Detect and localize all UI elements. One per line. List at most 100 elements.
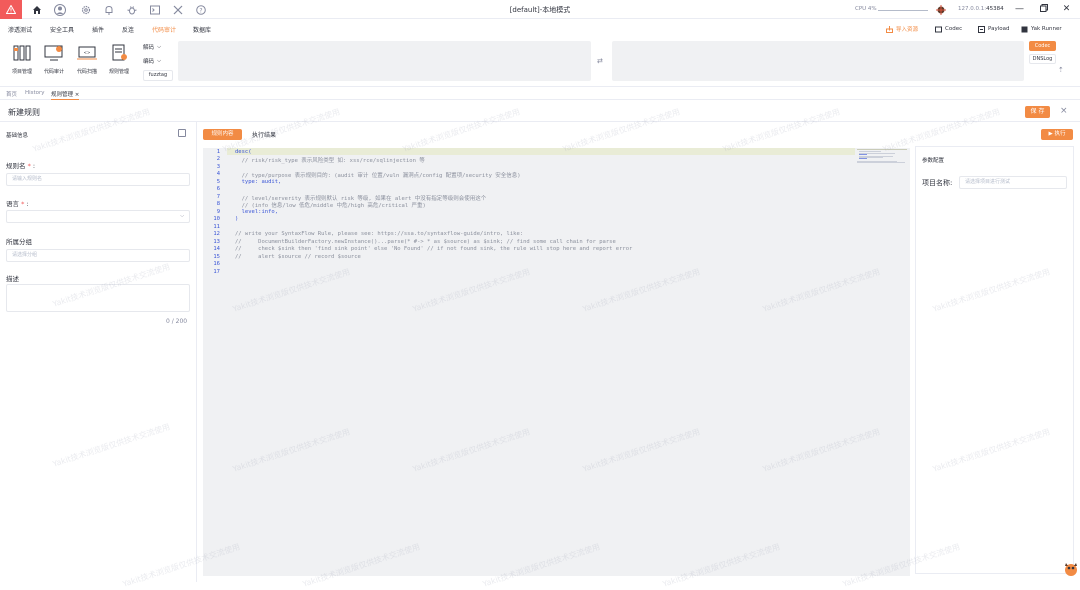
line-number: 7 <box>216 193 220 200</box>
menu-pentest[interactable]: 渗透测试 <box>8 25 32 34</box>
swap-icon[interactable]: ⇄ <box>597 57 603 65</box>
line-number: 16 <box>213 261 220 267</box>
dnslog-button[interactable]: DNSLog <box>1029 54 1056 64</box>
close-tab-icon[interactable]: × <box>75 92 80 98</box>
engine-connection-icon[interactable] <box>934 3 947 16</box>
play-icon: ▶ <box>1048 131 1053 137</box>
group-select[interactable]: 请选择分组 <box>6 249 190 262</box>
menu-database[interactable]: 数据库 <box>193 25 211 34</box>
project-select[interactable]: 请选择项目进行测试 <box>959 176 1067 189</box>
settings-gear-icon[interactable] <box>79 3 92 16</box>
encode-label: 编码 <box>143 59 155 65</box>
line-number: 2 <box>216 156 220 162</box>
description-textarea[interactable] <box>6 284 190 312</box>
import-icon <box>886 25 893 33</box>
page-tabs: 首页 History 规则管理 × <box>0 88 1080 100</box>
description-char-count: 0 / 200 <box>166 318 188 325</box>
notification-bell-icon[interactable] <box>102 3 115 16</box>
code-line: // check $sink then 'find sink point' el… <box>235 246 633 252</box>
code-line: // write your SyntaxFlow Rule, please se… <box>235 231 524 237</box>
language-label: 语言 * : <box>6 200 29 208</box>
line-number: 17 <box>213 268 220 275</box>
tab-rule-content[interactable]: 规则内容 <box>203 129 242 140</box>
line-number: 8 <box>216 201 220 207</box>
code-scan-icon: <> <box>77 46 97 60</box>
code-line: // alert $source // record $source <box>235 253 361 260</box>
codec-input-area[interactable] <box>178 41 591 81</box>
rule-name-text: 规则名 <box>6 162 26 170</box>
line-number: 10 <box>213 216 220 222</box>
codec-button[interactable]: Codec <box>1029 41 1056 51</box>
import-resource-button[interactable]: 导入资源 <box>886 23 918 35</box>
line-number: 4 <box>216 171 220 177</box>
svg-text:<>: <> <box>84 50 91 55</box>
basic-info-panel: 基础信息 规则名 * : 请输入规则名 语言 * : ⌵ 所属分组 请选择分组 … <box>0 122 197 582</box>
code-audit-label: 代码审计 <box>43 69 64 75</box>
required-mark: * <box>27 162 31 170</box>
menu-reverse[interactable]: 反连 <box>122 25 134 34</box>
maximize-button[interactable] <box>1038 4 1049 15</box>
payload-icon <box>978 25 985 33</box>
editor-minimap[interactable] <box>857 149 907 163</box>
code-editor[interactable]: 1 2 3 4 5 6 7 8 9 10 11 12 13 14 15 16 17 desc( // risk/… <box>203 148 910 576</box>
code-audit-tool[interactable]: 代码审计 <box>40 44 68 75</box>
code-line: ) <box>235 216 239 222</box>
description-label: 描述 <box>6 275 19 283</box>
line-number: 13 <box>213 238 220 245</box>
project-manage-tool[interactable]: 项目管理 <box>8 44 36 75</box>
cpu-usage-graph <box>878 10 928 11</box>
rule-manage-tool[interactable]: 规则管理 <box>105 44 133 75</box>
yakit-logo-icon[interactable] <box>0 0 22 19</box>
yak-runner-button[interactable]: Yak Runner <box>1021 23 1062 35</box>
yakit-mascot-icon[interactable] <box>1063 557 1079 577</box>
menu-plugins[interactable]: 插件 <box>92 25 104 34</box>
home-icon[interactable] <box>30 3 43 16</box>
user-avatar-icon[interactable] <box>53 3 66 16</box>
page-header: 新建规则 保 存 × <box>0 101 1080 122</box>
line-number: 5 <box>216 178 220 185</box>
language-text: 语言 <box>6 200 19 208</box>
minimize-button[interactable]: — <box>1014 4 1025 15</box>
tab-home[interactable]: 首页 <box>6 90 17 100</box>
cpu-usage-label: CPU 4% <box>855 6 877 12</box>
line-number-gutter: 1 2 3 4 5 6 7 8 9 10 11 12 13 14 15 16 17 <box>203 148 227 576</box>
terminal-icon[interactable] <box>148 3 161 16</box>
rule-manage-icon <box>112 44 127 61</box>
close-icon[interactable]: × <box>1060 106 1068 116</box>
line-number: 15 <box>213 253 220 260</box>
decode-select[interactable]: 解码 ⌵ <box>143 42 161 52</box>
line-number: 14 <box>213 246 220 252</box>
tab-run-result[interactable]: 执行结果 <box>252 130 276 139</box>
collapse-panel-icon[interactable] <box>178 129 186 137</box>
engine-ip: 127.0.0.1: <box>958 6 987 12</box>
payload-label: Payload <box>988 26 1010 32</box>
language-select[interactable]: ⌵ <box>6 210 190 223</box>
run-label: 执行 <box>1054 131 1066 137</box>
svg-text:?: ? <box>199 7 202 14</box>
rule-editor-panel: 规则内容 执行结果 1 2 3 4 5 6 7 8 9 10 11 12 13 14 15 16 17 desc… <box>198 122 911 582</box>
import-resource-label: 导入资源 <box>896 27 919 33</box>
expand-up-icon[interactable]: ⇡ <box>1058 66 1064 74</box>
close-window-button[interactable]: ✕ <box>1061 4 1072 15</box>
codec-quick-button[interactable]: Codec <box>935 23 962 35</box>
codec-output-area[interactable] <box>612 41 1024 81</box>
code-line: level:info, <box>235 208 279 215</box>
tools-icon[interactable] <box>171 3 184 16</box>
code-audit-icon <box>44 45 63 61</box>
code-scan-tool[interactable]: <> 代码扫描 <box>73 44 101 75</box>
run-button[interactable]: ▶ 执行 <box>1041 129 1073 140</box>
rule-name-input[interactable]: 请输入规则名 <box>6 173 190 186</box>
decode-label: 解码 <box>143 45 155 51</box>
encode-select[interactable]: 编码 ⌵ <box>143 56 161 66</box>
menu-security-tools[interactable]: 安全工具 <box>50 25 74 34</box>
tab-rule-manage[interactable]: 规则管理 × <box>51 90 80 100</box>
code-line: desc( <box>235 148 252 155</box>
tab-history[interactable]: History <box>25 90 45 100</box>
help-icon[interactable]: ? <box>194 3 207 16</box>
line-number: 9 <box>216 208 220 215</box>
menu-code-audit[interactable]: 代码审计 <box>152 25 176 34</box>
payload-button[interactable]: Payload <box>978 23 1009 35</box>
save-button[interactable]: 保 存 <box>1025 106 1050 118</box>
bug-icon[interactable] <box>125 3 138 16</box>
fuzztag-button[interactable]: fuzztag <box>143 70 173 81</box>
